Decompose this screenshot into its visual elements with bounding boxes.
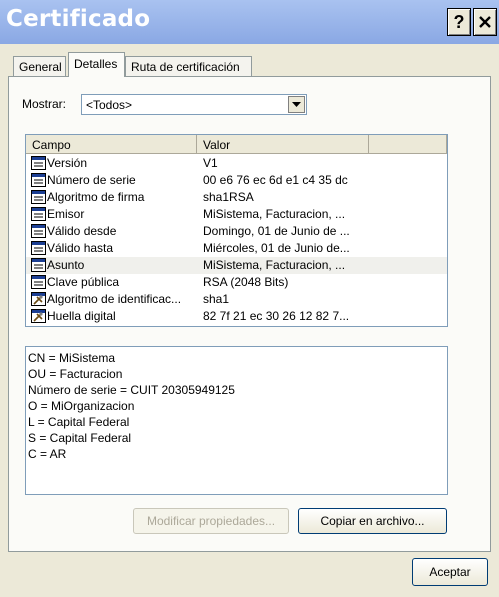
detail-line: OU = Facturacion [28,367,123,381]
close-button[interactable] [473,8,497,36]
field-icon [31,207,46,221]
cell-valor: V1 [203,156,218,170]
modificar-propiedades-button[interactable]: Modificar propiedades... [133,508,289,534]
tab-detalles[interactable]: Detalles [68,52,125,77]
list-header: Campo Valor [26,135,447,154]
detail-line: O = MiOrganizacion [28,399,135,413]
detail-line: S = Capital Federal [28,431,132,445]
list-item[interactable]: Válido hasta Miércoles, 01 de Junio de... [26,240,447,257]
property-icon [31,292,46,306]
mostrar-label: Mostrar: [22,97,67,111]
tab-general[interactable]: General [13,56,66,76]
aceptar-button[interactable]: Aceptar [412,558,488,586]
cell-valor: sha1RSA [203,190,254,204]
list-item[interactable]: Número de serie 00 e6 76 ec 6d e1 c4 35 d… [26,172,447,189]
field-icon [31,258,46,272]
cell-campo: Válido hasta [47,241,114,255]
column-header-campo[interactable]: Campo [26,135,197,154]
cell-campo: Clave pública [47,275,120,289]
cell-campo: Asunto [47,258,197,272]
list-item[interactable]: Clave pública RSA (2048 Bits) [26,274,447,291]
detail-line: C = AR [28,447,67,461]
mostrar-select-value: <Todos> [86,98,133,112]
column-header-empty [369,135,447,154]
list-item[interactable]: Algoritmo de identificac... sha1 [26,291,447,308]
column-header-valor[interactable]: Valor [197,135,369,154]
cell-campo: Versión [47,156,88,170]
window-title: Certificado [6,6,151,32]
field-icon [31,156,46,170]
field-icon [31,173,46,187]
mostrar-select[interactable]: <Todos> [81,94,307,115]
field-icon [31,190,46,204]
list-item[interactable]: Versión V1 [26,155,447,172]
cell-campo: Algoritmo de firma [47,190,145,204]
cell-valor: 00 e6 76 ec 6d e1 c4 35 dc [203,173,348,187]
detail-line: L = Capital Federal [28,415,130,429]
field-icon [31,275,46,289]
cell-valor: MiSistema, Facturacion, ... [203,207,346,221]
cell-campo: Válido desde [47,224,117,238]
cell-campo: Número de serie [47,173,136,187]
title-bar: Certificado ? [0,0,499,44]
cell-valor: MiSistema, Facturacion, ... [203,258,369,272]
cell-valor: 82 7f 21 ec 30 26 12 82 7... [203,309,350,323]
list-item[interactable]: Huella digital 82 7f 21 ec 30 26 12 82 7.… [26,308,447,325]
fields-list[interactable]: Campo Valor Versión V1 Número de serie 00 e… [25,134,448,327]
chevron-down-icon[interactable] [288,96,305,113]
cell-valor: Domingo, 01 de Junio de ... [203,224,350,238]
field-icon [31,241,46,255]
list-item[interactable]: Algoritmo de firma sha1RSA [26,189,447,206]
list-item[interactable]: Asunto MiSistema, Facturacion, ... [26,257,447,274]
cell-valor: Miércoles, 01 de Junio de... [203,241,350,255]
cell-campo: Algoritmo de identificac... [47,292,182,306]
list-item[interactable]: Emisor MiSistema, Facturacion, ... [26,206,447,223]
tab-ruta-certificacion[interactable]: Ruta de certificación [125,56,252,76]
field-detail-box[interactable]: CN = MiSistema OU = Facturacion Número d… [25,346,448,495]
help-button[interactable]: ? [447,8,471,36]
property-icon [31,309,46,323]
list-item[interactable]: Válido desde Domingo, 01 de Junio de ... [26,223,447,240]
field-icon [31,224,46,238]
cell-valor: RSA (2048 Bits) [203,275,289,289]
cell-campo: Emisor [47,207,85,221]
detail-line: CN = MiSistema [28,351,116,365]
detail-line: Número de serie = CUIT 20305949125 [28,383,235,397]
list-rows: Versión V1 Número de serie 00 e6 76 ec 6d e… [26,155,447,325]
cell-campo: Huella digital [47,309,116,323]
cell-valor: sha1 [203,292,230,306]
copiar-en-archivo-button[interactable]: Copiar en archivo... [298,508,447,534]
close-icon [479,16,491,28]
